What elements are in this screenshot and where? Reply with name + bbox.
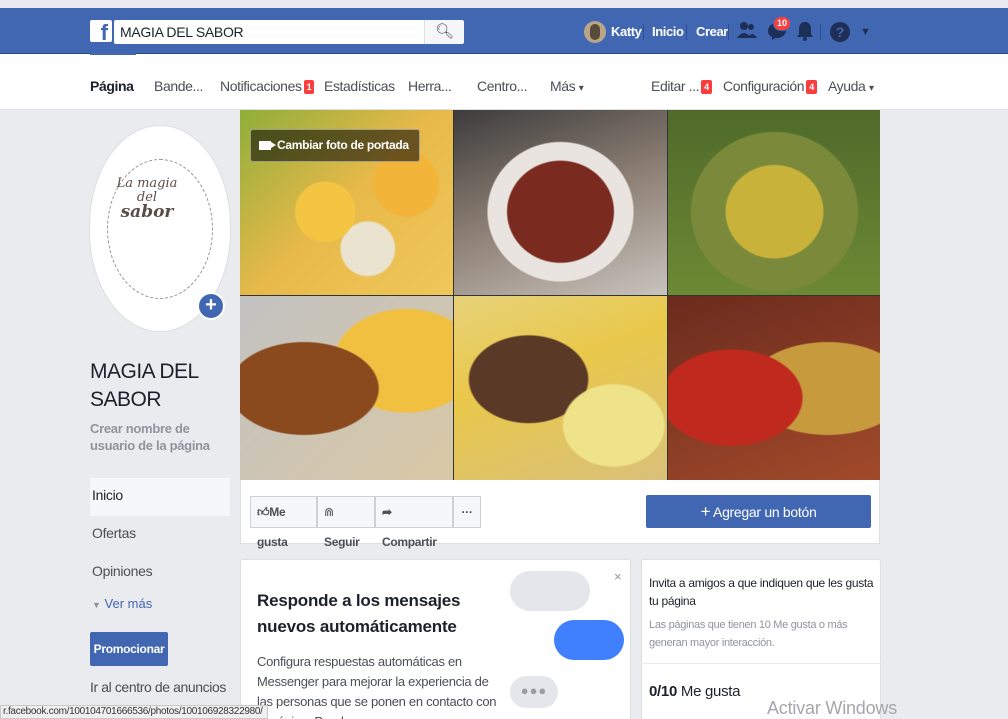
- search-input[interactable]: MAGIA DEL SABOR: [114, 20, 424, 44]
- help-icon[interactable]: ?: [830, 22, 850, 42]
- chat-bubble-illustration: [510, 571, 590, 611]
- bell-icon[interactable]: [794, 21, 816, 43]
- likes-count: 0/10: [649, 683, 677, 700]
- chat-bubble-illustration: [554, 620, 624, 660]
- like-button[interactable]: 👍︎Me gusta: [250, 496, 317, 549]
- close-icon[interactable]: ×: [614, 569, 622, 584]
- promote-button[interactable]: Promocionar: [90, 632, 168, 666]
- card-title: Responde a los mensajes nuevos automátic…: [257, 591, 461, 636]
- tab-notificaciones[interactable]: Notificaciones 1: [220, 78, 315, 94]
- search-icon[interactable]: 🔍︎: [424, 20, 464, 44]
- add-button-label: Agregar un botón: [713, 504, 817, 520]
- add-button[interactable]: + Agregar un botón: [646, 495, 871, 528]
- divider: [820, 24, 821, 40]
- follow-button[interactable]: ⋒ Seguir: [317, 496, 375, 549]
- tab-ayuda[interactable]: Ayuda ▾: [828, 78, 874, 94]
- likes-label: Me gusta: [680, 683, 741, 700]
- tab-editar[interactable]: Editar ... 4: [651, 78, 712, 94]
- plus-icon: +: [700, 502, 711, 521]
- tab-pagina[interactable]: Página: [90, 78, 134, 94]
- likes-progress: 0/10 Me gusta: [649, 683, 740, 700]
- tab-notificaciones-label: Notificaciones: [220, 78, 302, 94]
- logo-text: La magia del sabor: [115, 177, 179, 221]
- tab-configuracion-label: Configuración: [723, 78, 805, 94]
- caret-down-icon: ▾: [868, 83, 874, 94]
- tab-estadisticas[interactable]: Estadísticas: [324, 78, 395, 94]
- share-button[interactable]: ➦ Compartir: [375, 496, 453, 549]
- follow-label: Seguir: [324, 535, 360, 549]
- divider: [728, 24, 729, 40]
- tab-ayuda-label: Ayuda: [828, 78, 866, 94]
- ads-center-link[interactable]: Ir al centro de anuncios: [90, 679, 226, 695]
- left-navigation: Inicio Ofertas Opiniones ▼ Ver más: [90, 478, 230, 622]
- create-username-link[interactable]: Crear nombre de usuario de la página: [90, 420, 230, 454]
- settings-badge: 4: [806, 80, 817, 94]
- card-body: Configura respuestas automáticas en Mess…: [257, 654, 497, 719]
- share-label: Compartir: [382, 535, 437, 549]
- friends-icon[interactable]: [736, 21, 758, 43]
- left-nav-opiniones[interactable]: Opiniones: [90, 554, 230, 592]
- create-link[interactable]: Crear: [696, 20, 728, 44]
- divider: [686, 24, 687, 40]
- cover-tile-lomo-saltado: [454, 110, 667, 295]
- thumbs-up-icon: 👍︎: [257, 505, 270, 519]
- divider: [641, 663, 881, 664]
- tab-configuracion[interactable]: Configuración 4: [723, 78, 817, 94]
- messenger-badge: 10: [773, 16, 792, 31]
- home-link[interactable]: Inicio: [652, 20, 684, 44]
- tab-mas-label: Más: [550, 78, 576, 94]
- logo-line: sabor: [120, 202, 174, 222]
- left-nav-inicio[interactable]: Inicio: [90, 478, 230, 516]
- account-menu-caret-icon[interactable]: ▼: [860, 21, 871, 43]
- tab-editar-label: Editar ...: [651, 78, 700, 94]
- add-profile-photo-button[interactable]: +: [197, 292, 225, 320]
- tab-mas[interactable]: Más ▾: [550, 78, 584, 94]
- page-title: MAGIA DEL SABOR: [90, 360, 198, 411]
- active-tab-underline: [90, 52, 136, 55]
- typing-indicator-illustration: ●●●: [510, 676, 558, 708]
- edit-badge: 4: [701, 80, 712, 94]
- profile-link[interactable]: Katty: [611, 20, 642, 44]
- change-cover-button[interactable]: Cambiar foto de portada: [250, 129, 420, 162]
- see-more-link[interactable]: ▼ Ver más: [90, 592, 230, 622]
- top-navigation-bar: f MAGIA DEL SABOR 🔍︎ Katty Inicio Crear …: [0, 8, 1008, 54]
- tab-centro[interactable]: Centro...: [477, 78, 527, 94]
- rss-icon: ⋒: [324, 505, 334, 519]
- browser-status-url: r.facebook.com/100104701666536/photos/10…: [0, 705, 268, 719]
- tab-herramientas[interactable]: Herra...: [408, 78, 452, 94]
- more-options-button[interactable]: ···: [453, 496, 481, 528]
- user-avatar[interactable]: [584, 21, 606, 43]
- caret-down-icon: ▾: [578, 83, 584, 94]
- tab-bandeja[interactable]: Bande...: [154, 78, 203, 94]
- windows-activation-watermark: Activar Windows: [767, 698, 898, 718]
- left-nav-ofertas[interactable]: Ofertas: [90, 516, 230, 554]
- notifications-badge: 1: [303, 80, 315, 94]
- cover-tile-tallarines: [668, 296, 880, 480]
- cover-tile-pollo: [240, 296, 453, 480]
- cover-photo[interactable]: [240, 110, 880, 480]
- see-more-label: Ver más: [104, 596, 153, 611]
- invite-title: Invita a amigos a que indiquen que les g…: [649, 576, 874, 608]
- cover-tile-juane: [668, 110, 880, 295]
- divider: [643, 24, 644, 40]
- invite-subtitle: Las páginas que tienen 10 Me gusta o más…: [649, 619, 848, 649]
- facebook-logo-icon[interactable]: f: [90, 20, 112, 42]
- logo-line: La magia: [116, 176, 178, 191]
- share-arrow-icon: ➦: [382, 505, 392, 519]
- change-cover-label: Cambiar foto de portada: [277, 138, 409, 152]
- caret-down-icon: ▼: [92, 600, 101, 610]
- video-camera-icon: [259, 141, 276, 150]
- cover-tile-anticucho: [454, 296, 667, 480]
